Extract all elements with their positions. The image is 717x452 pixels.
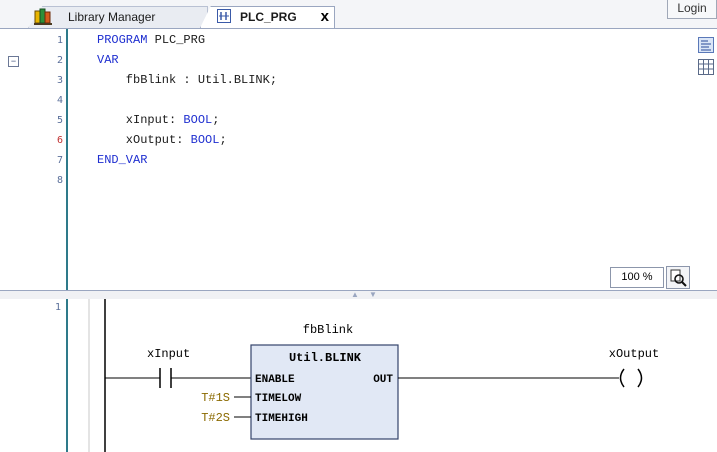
tab-plc-prg[interactable]: PLC_PRG x bbox=[200, 6, 335, 28]
tab-label: PLC_PRG bbox=[240, 10, 297, 24]
fb-instance-name[interactable]: fbBlink bbox=[303, 323, 353, 337]
line-number: 1 bbox=[56, 35, 63, 46]
login-button[interactable]: Login bbox=[667, 0, 717, 19]
network-canvas[interactable]: xInput fbBlink Util.BLINK ENABLE TIMELOW… bbox=[68, 299, 717, 452]
line-number: 8 bbox=[56, 175, 63, 186]
textual-view-icon[interactable] bbox=[698, 37, 714, 53]
line-number: 6 bbox=[56, 135, 63, 146]
tab-label: Library Manager bbox=[68, 10, 156, 24]
code-line: PROGRAM PLC_PRG bbox=[97, 33, 206, 47]
timelow-constant[interactable]: T#1S bbox=[201, 391, 230, 405]
close-icon[interactable]: x bbox=[321, 8, 329, 25]
implementation-editor[interactable]: 1 xInput fbBlink Util.BLINK ENABLE TIMEL… bbox=[0, 299, 717, 452]
line-number: 4 bbox=[56, 95, 63, 106]
library-icon bbox=[34, 8, 52, 25]
fb-output-out: OUT bbox=[373, 374, 393, 386]
code-line: fbBlink : Util.BLINK; bbox=[97, 73, 278, 87]
tab-library-manager[interactable]: Library Manager bbox=[28, 6, 208, 28]
pou-icon bbox=[217, 9, 231, 23]
collapse-up-icon[interactable]: ▲ bbox=[351, 290, 359, 299]
timehigh-constant[interactable]: T#2S bbox=[201, 411, 230, 425]
line-number: 3 bbox=[56, 75, 63, 86]
fb-input-timelow: TIMELOW bbox=[255, 393, 302, 405]
zoom-icon[interactable] bbox=[666, 266, 690, 289]
tabular-view-icon[interactable] bbox=[698, 59, 714, 75]
fb-input-enable: ENABLE bbox=[255, 374, 295, 386]
line-number-gutter: 1 2 3 4 5 6 7 8 bbox=[30, 29, 68, 290]
network-gutter: 1 bbox=[0, 299, 68, 452]
line-number: 7 bbox=[56, 155, 63, 166]
declaration-code[interactable]: PROGRAM PLC_PRG VAR fbBlink : Util.BLINK… bbox=[97, 29, 277, 173]
code-line: xOutput: BOOL; bbox=[97, 133, 227, 147]
fb-input-timehigh: TIMEHIGH bbox=[255, 413, 308, 425]
contact-xinput[interactable] bbox=[159, 368, 172, 388]
declaration-editor[interactable]: − 1 2 3 4 5 6 7 8 PROGRAM PLC_PRG VAR fb… bbox=[0, 29, 717, 290]
coil-variable[interactable]: xOutput bbox=[609, 347, 659, 361]
contact-variable[interactable]: xInput bbox=[147, 347, 190, 361]
line-number: 2 bbox=[56, 55, 63, 66]
editor-tab-strip: Library Manager PLC_PRG x Login bbox=[0, 0, 717, 29]
fold-column: − bbox=[0, 29, 30, 290]
code-line: xInput: BOOL; bbox=[97, 113, 220, 127]
code-line: END_VAR bbox=[97, 153, 148, 167]
network-number: 1 bbox=[55, 302, 62, 313]
fold-toggle-icon[interactable]: − bbox=[8, 56, 19, 67]
line-number: 5 bbox=[56, 115, 63, 126]
coil-xoutput[interactable] bbox=[616, 368, 643, 388]
fb-type: Util.BLINK bbox=[289, 351, 362, 365]
zoom-level[interactable]: 100 % bbox=[610, 267, 664, 288]
code-line: VAR bbox=[97, 53, 119, 67]
collapse-down-icon[interactable]: ▼ bbox=[369, 290, 377, 299]
